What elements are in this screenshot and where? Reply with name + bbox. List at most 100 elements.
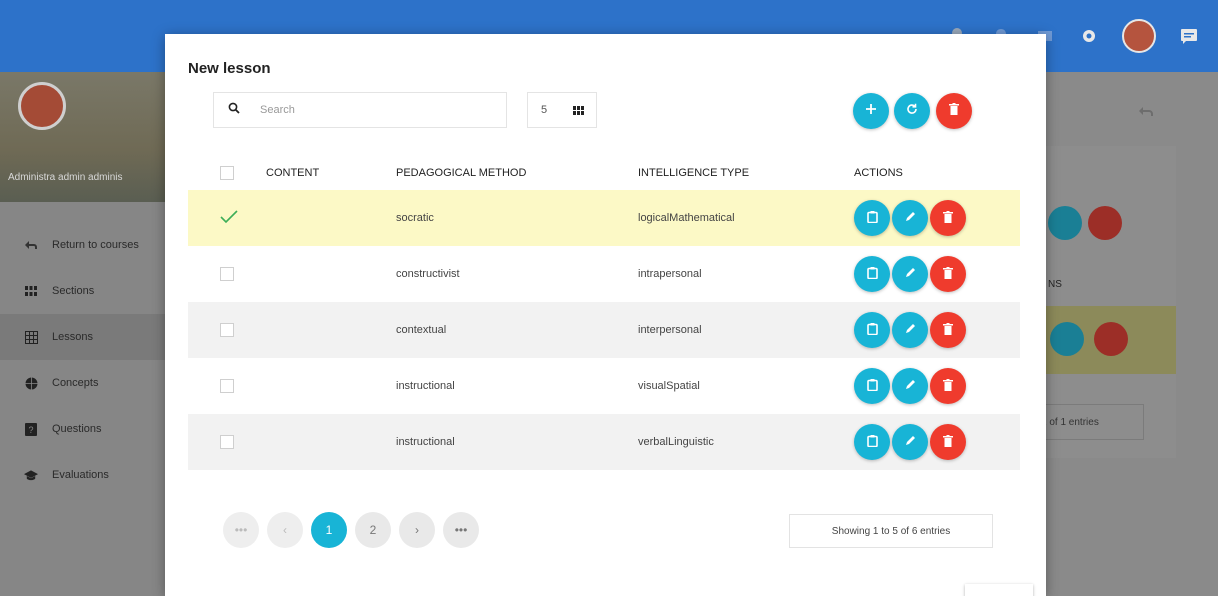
- sidebar-item-label: Questions: [52, 423, 102, 435]
- sidebar-item-evaluations[interactable]: Evaluations: [0, 452, 166, 498]
- next-page-button[interactable]: ›: [399, 512, 435, 548]
- gear-icon[interactable]: [1078, 25, 1100, 47]
- row-actions: [854, 422, 1020, 462]
- trash-icon: [949, 102, 959, 120]
- svg-text:?: ?: [28, 425, 33, 435]
- last-page-button[interactable]: •••: [443, 512, 479, 548]
- pencil-icon: [904, 379, 916, 394]
- view-button[interactable]: [854, 368, 890, 404]
- column-header-intelligence[interactable]: INTELLIGENCE TYPE: [638, 167, 854, 179]
- trash-icon: [943, 210, 953, 226]
- graduation-cap-icon: [24, 468, 38, 482]
- delete-selected-button[interactable]: [936, 93, 972, 129]
- sidebar-item-questions[interactable]: ? Questions: [0, 406, 166, 452]
- edit-button[interactable]: [892, 312, 928, 348]
- table-row[interactable]: instructional visualSpatial: [188, 358, 1020, 414]
- cell-intelligence: visualSpatial: [638, 380, 700, 392]
- sidebar-item-lessons[interactable]: Lessons: [0, 314, 166, 360]
- clipboard-icon: [866, 434, 878, 450]
- edit-button[interactable]: [892, 368, 928, 404]
- table-row[interactable]: contextual interpersonal: [188, 302, 1020, 358]
- trash-icon: [943, 378, 953, 394]
- pencil-icon: [904, 211, 916, 226]
- table-row[interactable]: constructivist intrapersonal: [188, 246, 1020, 302]
- search-input[interactable]: [260, 104, 460, 116]
- page-size-value[interactable]: 5: [528, 104, 560, 116]
- lessons-table: CONTENT PEDAGOGICAL METHOD INTELLIGENCE …: [188, 156, 1020, 470]
- grid-view-icon[interactable]: [560, 93, 596, 127]
- column-header-fragment: NS: [1048, 279, 1062, 290]
- entries-info: Showing 1 to 5 of 6 entries: [789, 514, 993, 548]
- sidebar-item-sections[interactable]: Sections: [0, 268, 166, 314]
- refresh-button[interactable]: [894, 93, 930, 129]
- new-lesson-dialog: New lesson 5 CONTENT PEDAGOGICAL METHOD …: [165, 34, 1046, 596]
- refresh-button: [1048, 206, 1082, 240]
- sidebar: Administra admin adminis Return to cours…: [0, 72, 166, 596]
- pagination: ••• ‹ 1 2 › •••: [223, 512, 479, 548]
- undo-icon: [24, 238, 38, 252]
- column-header-method[interactable]: PEDAGOGICAL METHOD: [396, 167, 638, 179]
- trash-icon: [943, 266, 953, 282]
- row-actions: [854, 198, 1020, 238]
- view-button[interactable]: [854, 200, 890, 236]
- view-button[interactable]: [854, 312, 890, 348]
- cell-method: contextual: [396, 324, 447, 336]
- pencil-icon: [904, 323, 916, 338]
- sidebar-item-return-to-courses[interactable]: Return to courses: [0, 222, 166, 268]
- check-icon[interactable]: [220, 209, 238, 224]
- profile-avatar[interactable]: [18, 82, 66, 130]
- edit-button[interactable]: [892, 256, 928, 292]
- clipboard-icon: [866, 266, 878, 282]
- pencil-icon: [904, 267, 916, 282]
- first-page-button[interactable]: •••: [223, 512, 259, 548]
- trash-icon: [943, 434, 953, 450]
- table-row[interactable]: socratic logicalMathematical: [188, 190, 1020, 246]
- search-icon: [228, 101, 240, 119]
- row-actions: [854, 366, 1020, 406]
- view-button[interactable]: [854, 424, 890, 460]
- page-1-button[interactable]: 1: [311, 512, 347, 548]
- previous-page-button[interactable]: ‹: [267, 512, 303, 548]
- globe-icon: [24, 376, 38, 390]
- select-all-checkbox[interactable]: [220, 166, 234, 180]
- undo-icon[interactable]: [1138, 104, 1154, 122]
- row-checkbox[interactable]: [220, 435, 234, 449]
- table-row[interactable]: instructional verbalLinguistic: [188, 414, 1020, 470]
- sidebar-item-concepts[interactable]: Concepts: [0, 360, 166, 406]
- row-checkbox[interactable]: [220, 267, 234, 281]
- clipboard-icon: [866, 378, 878, 394]
- delete-button[interactable]: [930, 256, 966, 292]
- delete-button[interactable]: [930, 424, 966, 460]
- plus-icon: [865, 102, 877, 120]
- sidebar-item-label: Return to courses: [52, 239, 139, 251]
- trash-icon: [943, 322, 953, 338]
- row-checkbox[interactable]: [220, 379, 234, 393]
- edit-button[interactable]: [892, 424, 928, 460]
- clipboard-icon: [866, 210, 878, 226]
- cell-method: instructional: [396, 380, 455, 392]
- sidebar-nav: Return to courses Sections Lessons Conce…: [0, 222, 166, 498]
- entries-info: 1 of 1 entries: [1032, 404, 1144, 440]
- delete-button[interactable]: [930, 368, 966, 404]
- cell-intelligence: logicalMathematical: [638, 212, 735, 224]
- edit-button[interactable]: [892, 200, 928, 236]
- profile-name: Administra admin adminis: [8, 172, 123, 183]
- row-checkbox[interactable]: [220, 323, 234, 337]
- cell-intelligence: interpersonal: [638, 324, 702, 336]
- cell-method: instructional: [396, 436, 455, 448]
- page-2-button[interactable]: 2: [355, 512, 391, 548]
- delete-button[interactable]: [930, 200, 966, 236]
- close-button[interactable]: [965, 584, 1033, 596]
- view-button[interactable]: [854, 256, 890, 292]
- delete-button: [1088, 206, 1122, 240]
- pencil-icon: [904, 435, 916, 450]
- avatar[interactable]: [1122, 19, 1156, 53]
- cell-intelligence: verbalLinguistic: [638, 436, 714, 448]
- row-actions: [854, 310, 1020, 350]
- column-header-content[interactable]: CONTENT: [266, 167, 396, 179]
- chat-icon[interactable]: [1178, 25, 1200, 47]
- delete-button[interactable]: [930, 312, 966, 348]
- clipboard-icon: [866, 322, 878, 338]
- add-button[interactable]: [853, 93, 889, 129]
- sidebar-item-label: Concepts: [52, 377, 99, 389]
